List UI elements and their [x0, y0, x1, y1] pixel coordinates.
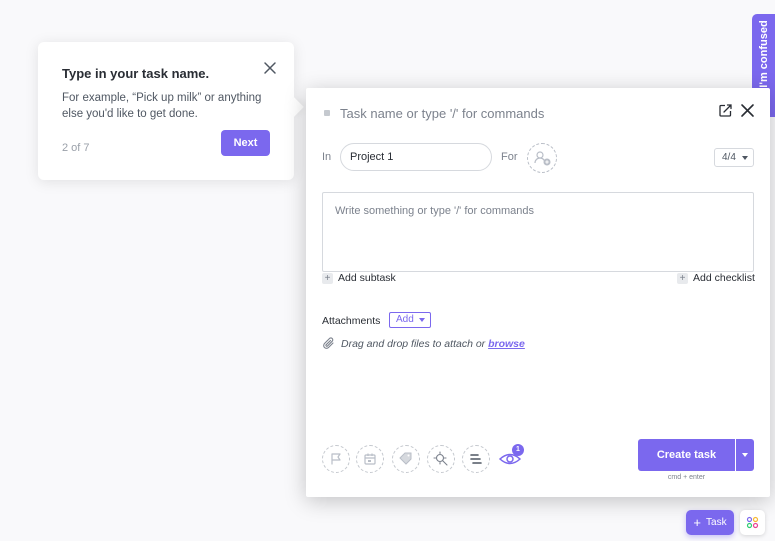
close-icon[interactable] — [740, 103, 755, 118]
tooltip-step-counter: 2 of 7 — [62, 142, 90, 154]
attachments-add-dropdown[interactable]: Add — [389, 312, 431, 328]
magic-wand-icon — [433, 451, 448, 466]
onboarding-tooltip: Type in your task name. For example, “Pi… — [38, 42, 304, 180]
apps-button[interactable] — [740, 510, 765, 535]
add-checklist-label: Add checklist — [693, 272, 755, 284]
chevron-down-icon — [742, 453, 748, 457]
tags-button[interactable] — [392, 445, 420, 473]
dependencies-button[interactable] — [462, 445, 490, 473]
description-field[interactable] — [322, 192, 754, 272]
drop-zone-label: Drag and drop files to attach or — [341, 338, 486, 350]
priority-button[interactable] — [322, 445, 350, 473]
add-subtask-label: Add subtask — [338, 272, 396, 284]
create-options-dropdown[interactable] — [736, 439, 754, 471]
create-task-modal: In Project 1 For 4/4 + Add subtask + Add… — [306, 88, 770, 497]
apps-grid-icon — [746, 516, 759, 529]
tag-icon — [399, 452, 412, 465]
create-task-button[interactable]: Create task — [638, 439, 735, 471]
assignee-picker[interactable] — [527, 143, 557, 173]
open-in-new-icon[interactable] — [718, 103, 733, 118]
add-assignee-icon — [534, 151, 551, 166]
tooltip-next-button[interactable]: Next — [221, 130, 270, 156]
add-subtask-button[interactable]: + Add subtask — [322, 271, 396, 285]
tooltip-body: For example, “Pick up milk” or anything … — [62, 92, 262, 120]
tooltip-arrow — [284, 97, 304, 117]
gantt-icon — [470, 454, 482, 464]
calendar-icon — [364, 453, 376, 465]
plus-icon: + — [677, 272, 688, 284]
custom-fields-button[interactable] — [427, 445, 455, 473]
tooltip-title: Type in your task name. — [62, 66, 210, 81]
new-task-button[interactable]: + Task — [686, 510, 734, 535]
for-label: For — [501, 151, 518, 163]
due-date-button[interactable] — [356, 445, 384, 473]
task-name-input[interactable] — [340, 102, 700, 124]
chevron-down-icon — [742, 156, 748, 160]
plus-icon: + — [693, 515, 702, 530]
new-task-label: Task — [706, 517, 727, 528]
browse-link[interactable]: browse — [488, 338, 525, 350]
keyboard-shortcut-hint: cmd + enter — [667, 474, 706, 481]
chevron-down-icon — [419, 318, 425, 322]
flag-icon — [331, 453, 341, 465]
confused-help-label: I'm confused — [758, 20, 770, 88]
drop-zone-text: Drag and drop files to attach or browse — [341, 338, 525, 350]
watchers-count-badge: 1 — [512, 444, 524, 456]
task-status-square[interactable] — [324, 110, 330, 116]
project-selector[interactable]: Project 1 — [340, 143, 492, 171]
attachments-add-label: Add — [396, 314, 414, 325]
tooltip-close-icon[interactable] — [261, 59, 279, 77]
attachments-label: Attachments — [322, 315, 381, 327]
add-checklist-button[interactable]: + Add checklist — [677, 271, 755, 285]
status-value: 4/4 — [722, 152, 736, 163]
paperclip-icon — [323, 337, 334, 349]
status-selector[interactable]: 4/4 — [714, 148, 754, 167]
in-label: In — [322, 151, 332, 163]
plus-icon: + — [322, 272, 333, 284]
